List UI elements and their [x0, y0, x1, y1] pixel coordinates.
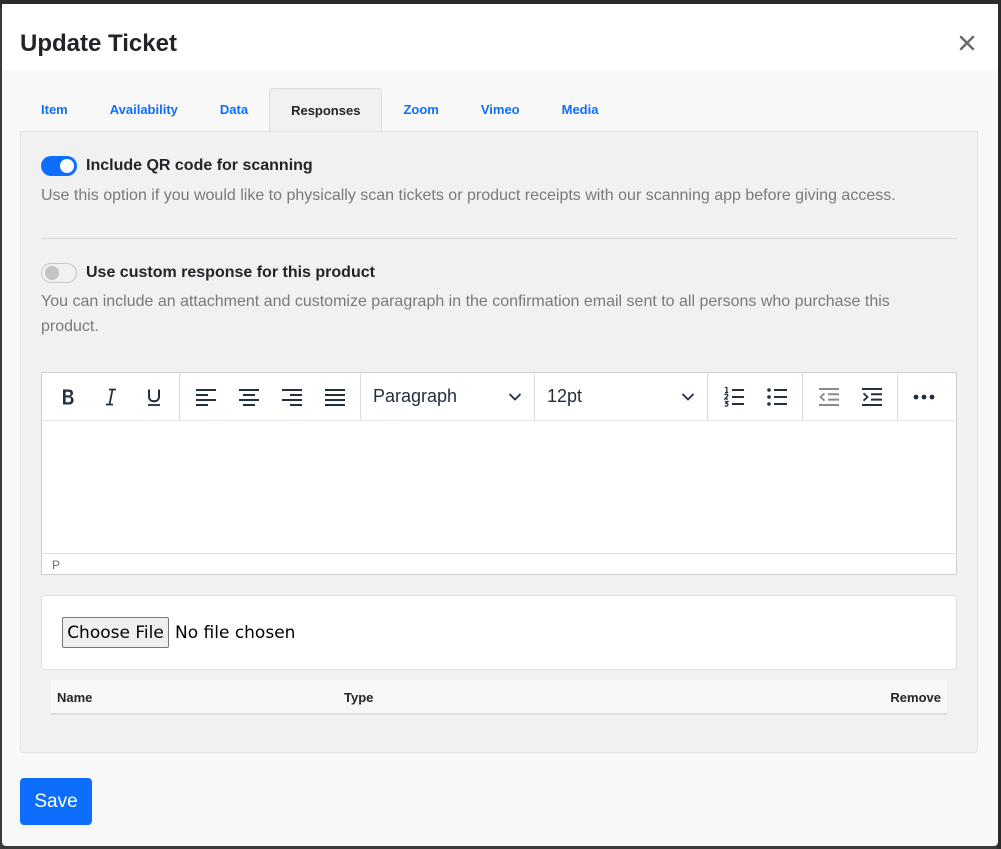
block-format-group: Paragraph — [361, 373, 535, 420]
format-group — [42, 373, 180, 420]
qr-code-label: Include QR code for scanning — [86, 157, 313, 174]
tab-media[interactable]: Media — [541, 88, 620, 131]
custom-response-label: Use custom response for this product — [86, 264, 375, 281]
tab-vimeo[interactable]: Vimeo — [460, 88, 541, 131]
underline-button[interactable] — [132, 377, 175, 417]
editor-statusbar: P — [42, 553, 956, 575]
outdent-icon — [818, 387, 839, 406]
qr-toggle-row: Include QR code for scanning — [41, 156, 313, 176]
tab-availability[interactable]: Availability — [89, 88, 199, 131]
more-group — [898, 373, 949, 420]
rich-text-editor: Paragraph 12pt P — [41, 372, 957, 575]
italic-icon — [105, 388, 116, 405]
editor-content-area[interactable] — [42, 421, 956, 553]
tab-zoom[interactable]: Zoom — [382, 88, 459, 131]
indent-icon — [861, 387, 882, 406]
more-icon — [913, 394, 934, 399]
list-group — [708, 373, 803, 420]
block-format-value: Paragraph — [373, 386, 458, 406]
column-header-name: Name — [57, 690, 93, 705]
align-justify-icon — [324, 388, 345, 406]
attachments-table-header: Name Type Remove — [51, 680, 947, 715]
tab-responses[interactable]: Responses — [269, 88, 383, 132]
editor-toolbar: Paragraph 12pt — [42, 373, 956, 421]
font-size-group: 12pt — [535, 373, 708, 420]
align-left-button[interactable] — [184, 377, 227, 417]
close-icon — [959, 35, 975, 51]
update-ticket-modal: Update Ticket Item Availability Data Res… — [2, 4, 998, 846]
save-button[interactable]: Save — [20, 778, 92, 825]
attachment-upload-box: Choose File No file chosen — [41, 595, 957, 670]
switch-knob — [45, 266, 59, 280]
alignment-group — [180, 373, 361, 420]
responses-panel: Include QR code for scanning Use this op… — [20, 131, 978, 753]
align-center-icon — [238, 388, 259, 406]
element-path[interactable]: P — [52, 558, 60, 572]
tab-data[interactable]: Data — [199, 88, 269, 131]
custom-response-help: You can include an attachment and custom… — [41, 293, 890, 335]
section-divider — [41, 238, 957, 239]
bold-button[interactable] — [46, 377, 89, 417]
qr-code-switch[interactable] — [41, 156, 77, 176]
numbered-list-icon — [723, 386, 744, 407]
bullet-list-button[interactable] — [755, 377, 798, 417]
more-button[interactable] — [902, 377, 945, 417]
align-right-icon — [281, 388, 302, 406]
switch-knob — [60, 159, 74, 173]
font-size-value: 12pt — [547, 386, 583, 406]
numbered-list-button[interactable] — [712, 377, 755, 417]
bold-icon — [62, 389, 74, 404]
modal-title: Update Ticket — [20, 30, 177, 57]
align-center-button[interactable] — [227, 377, 270, 417]
tab-item[interactable]: Item — [20, 88, 89, 131]
align-right-button[interactable] — [270, 377, 313, 417]
align-left-icon — [195, 388, 216, 406]
indent-button[interactable] — [850, 377, 893, 417]
custom-response-toggle-row: Use custom response for this product — [41, 263, 375, 283]
tab-bar: Item Availability Data Responses Zoom Vi… — [20, 88, 619, 132]
font-size-select[interactable]: 12pt — [535, 377, 707, 417]
column-header-type: Type — [344, 690, 374, 705]
indent-group — [803, 373, 898, 420]
chevron-down-icon — [681, 392, 695, 401]
italic-button[interactable] — [89, 377, 132, 417]
underline-icon — [147, 389, 160, 406]
chevron-down-icon — [508, 392, 522, 401]
column-header-remove: Remove — [890, 690, 941, 705]
bullet-list-icon — [766, 387, 787, 406]
file-chosen-status: No file chosen — [175, 623, 296, 643]
align-justify-button[interactable] — [313, 377, 356, 417]
choose-file-button[interactable]: Choose File — [62, 617, 169, 648]
qr-code-help: Use this option if you would like to phy… — [41, 187, 896, 204]
block-format-select[interactable]: Paragraph — [361, 377, 534, 417]
modal-header: Update Ticket — [2, 4, 998, 70]
close-button[interactable] — [958, 34, 976, 52]
custom-response-switch[interactable] — [41, 263, 77, 283]
outdent-button[interactable] — [807, 377, 850, 417]
